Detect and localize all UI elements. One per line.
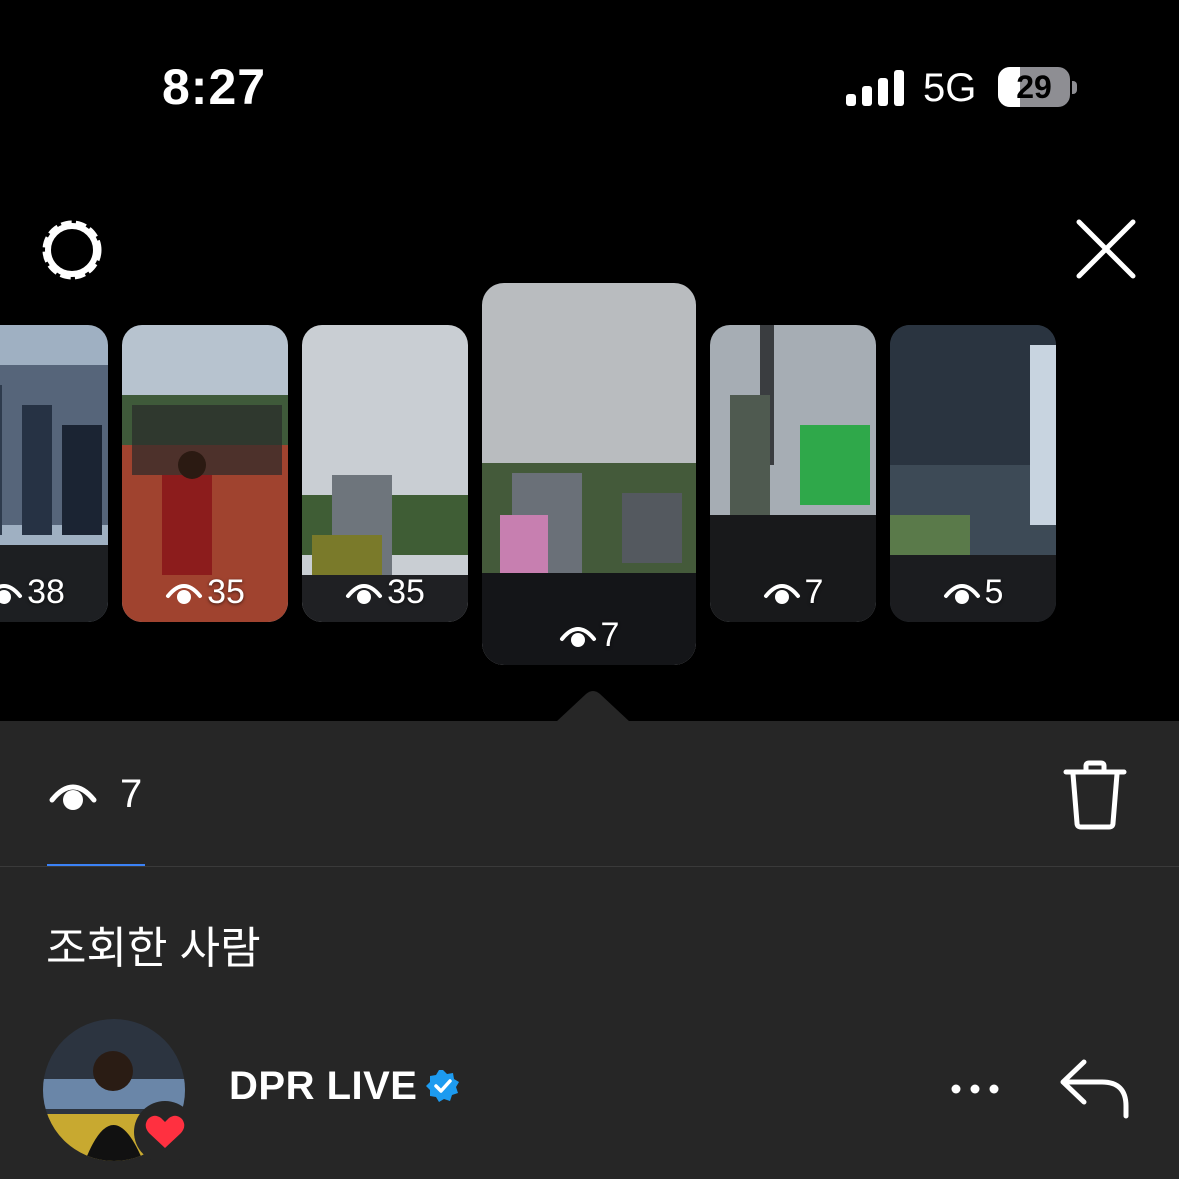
story-thumbnail[interactable]: 35: [302, 325, 468, 622]
story-thumbnail[interactable]: 35: [122, 325, 288, 622]
eye-icon: [166, 583, 203, 604]
story-thumbnail-selected[interactable]: 7: [482, 283, 696, 665]
viewer-username[interactable]: DPR LIVE: [229, 1064, 417, 1109]
status-time: 8:27: [162, 59, 267, 115]
divider: [0, 866, 1179, 867]
story-thumbnail[interactable]: 7: [710, 325, 876, 622]
views-tab-count[interactable]: 7: [120, 772, 142, 817]
eye-icon: [0, 583, 23, 604]
story-thumbnail[interactable]: 38: [0, 325, 108, 622]
battery-indicator: 29: [998, 67, 1077, 109]
settings-icon[interactable]: [38, 216, 106, 284]
story-view-count: 5: [984, 573, 1004, 611]
story-view-count: 35: [207, 573, 245, 611]
story-image: [482, 283, 696, 665]
heart-icon: [145, 1115, 185, 1148]
story-view-count: 7: [600, 616, 620, 654]
story-thumbnail[interactable]: 5: [890, 325, 1056, 622]
story-view-count: 7: [804, 573, 824, 611]
eye-icon: [763, 583, 800, 604]
selection-pointer: [556, 691, 630, 722]
cellular-signal-icon: [846, 70, 904, 106]
network-type: 5G: [923, 66, 977, 110]
battery-level: 29: [1016, 69, 1052, 105]
close-icon[interactable]: [1074, 217, 1138, 281]
trash-icon[interactable]: [1062, 760, 1128, 830]
more-icon[interactable]: [950, 1077, 1000, 1101]
viewers-section-title: 조회한 사람: [46, 924, 261, 973]
verified-badge-icon: [426, 1070, 459, 1102]
story-view-count: 35: [387, 573, 425, 611]
story-view-count: 38: [27, 573, 65, 611]
reply-icon[interactable]: [1058, 1058, 1130, 1120]
eye-icon[interactable]: [48, 776, 98, 816]
eye-icon: [559, 626, 596, 647]
liked-badge: [134, 1101, 196, 1163]
eye-icon: [943, 583, 980, 604]
eye-icon: [346, 583, 383, 604]
